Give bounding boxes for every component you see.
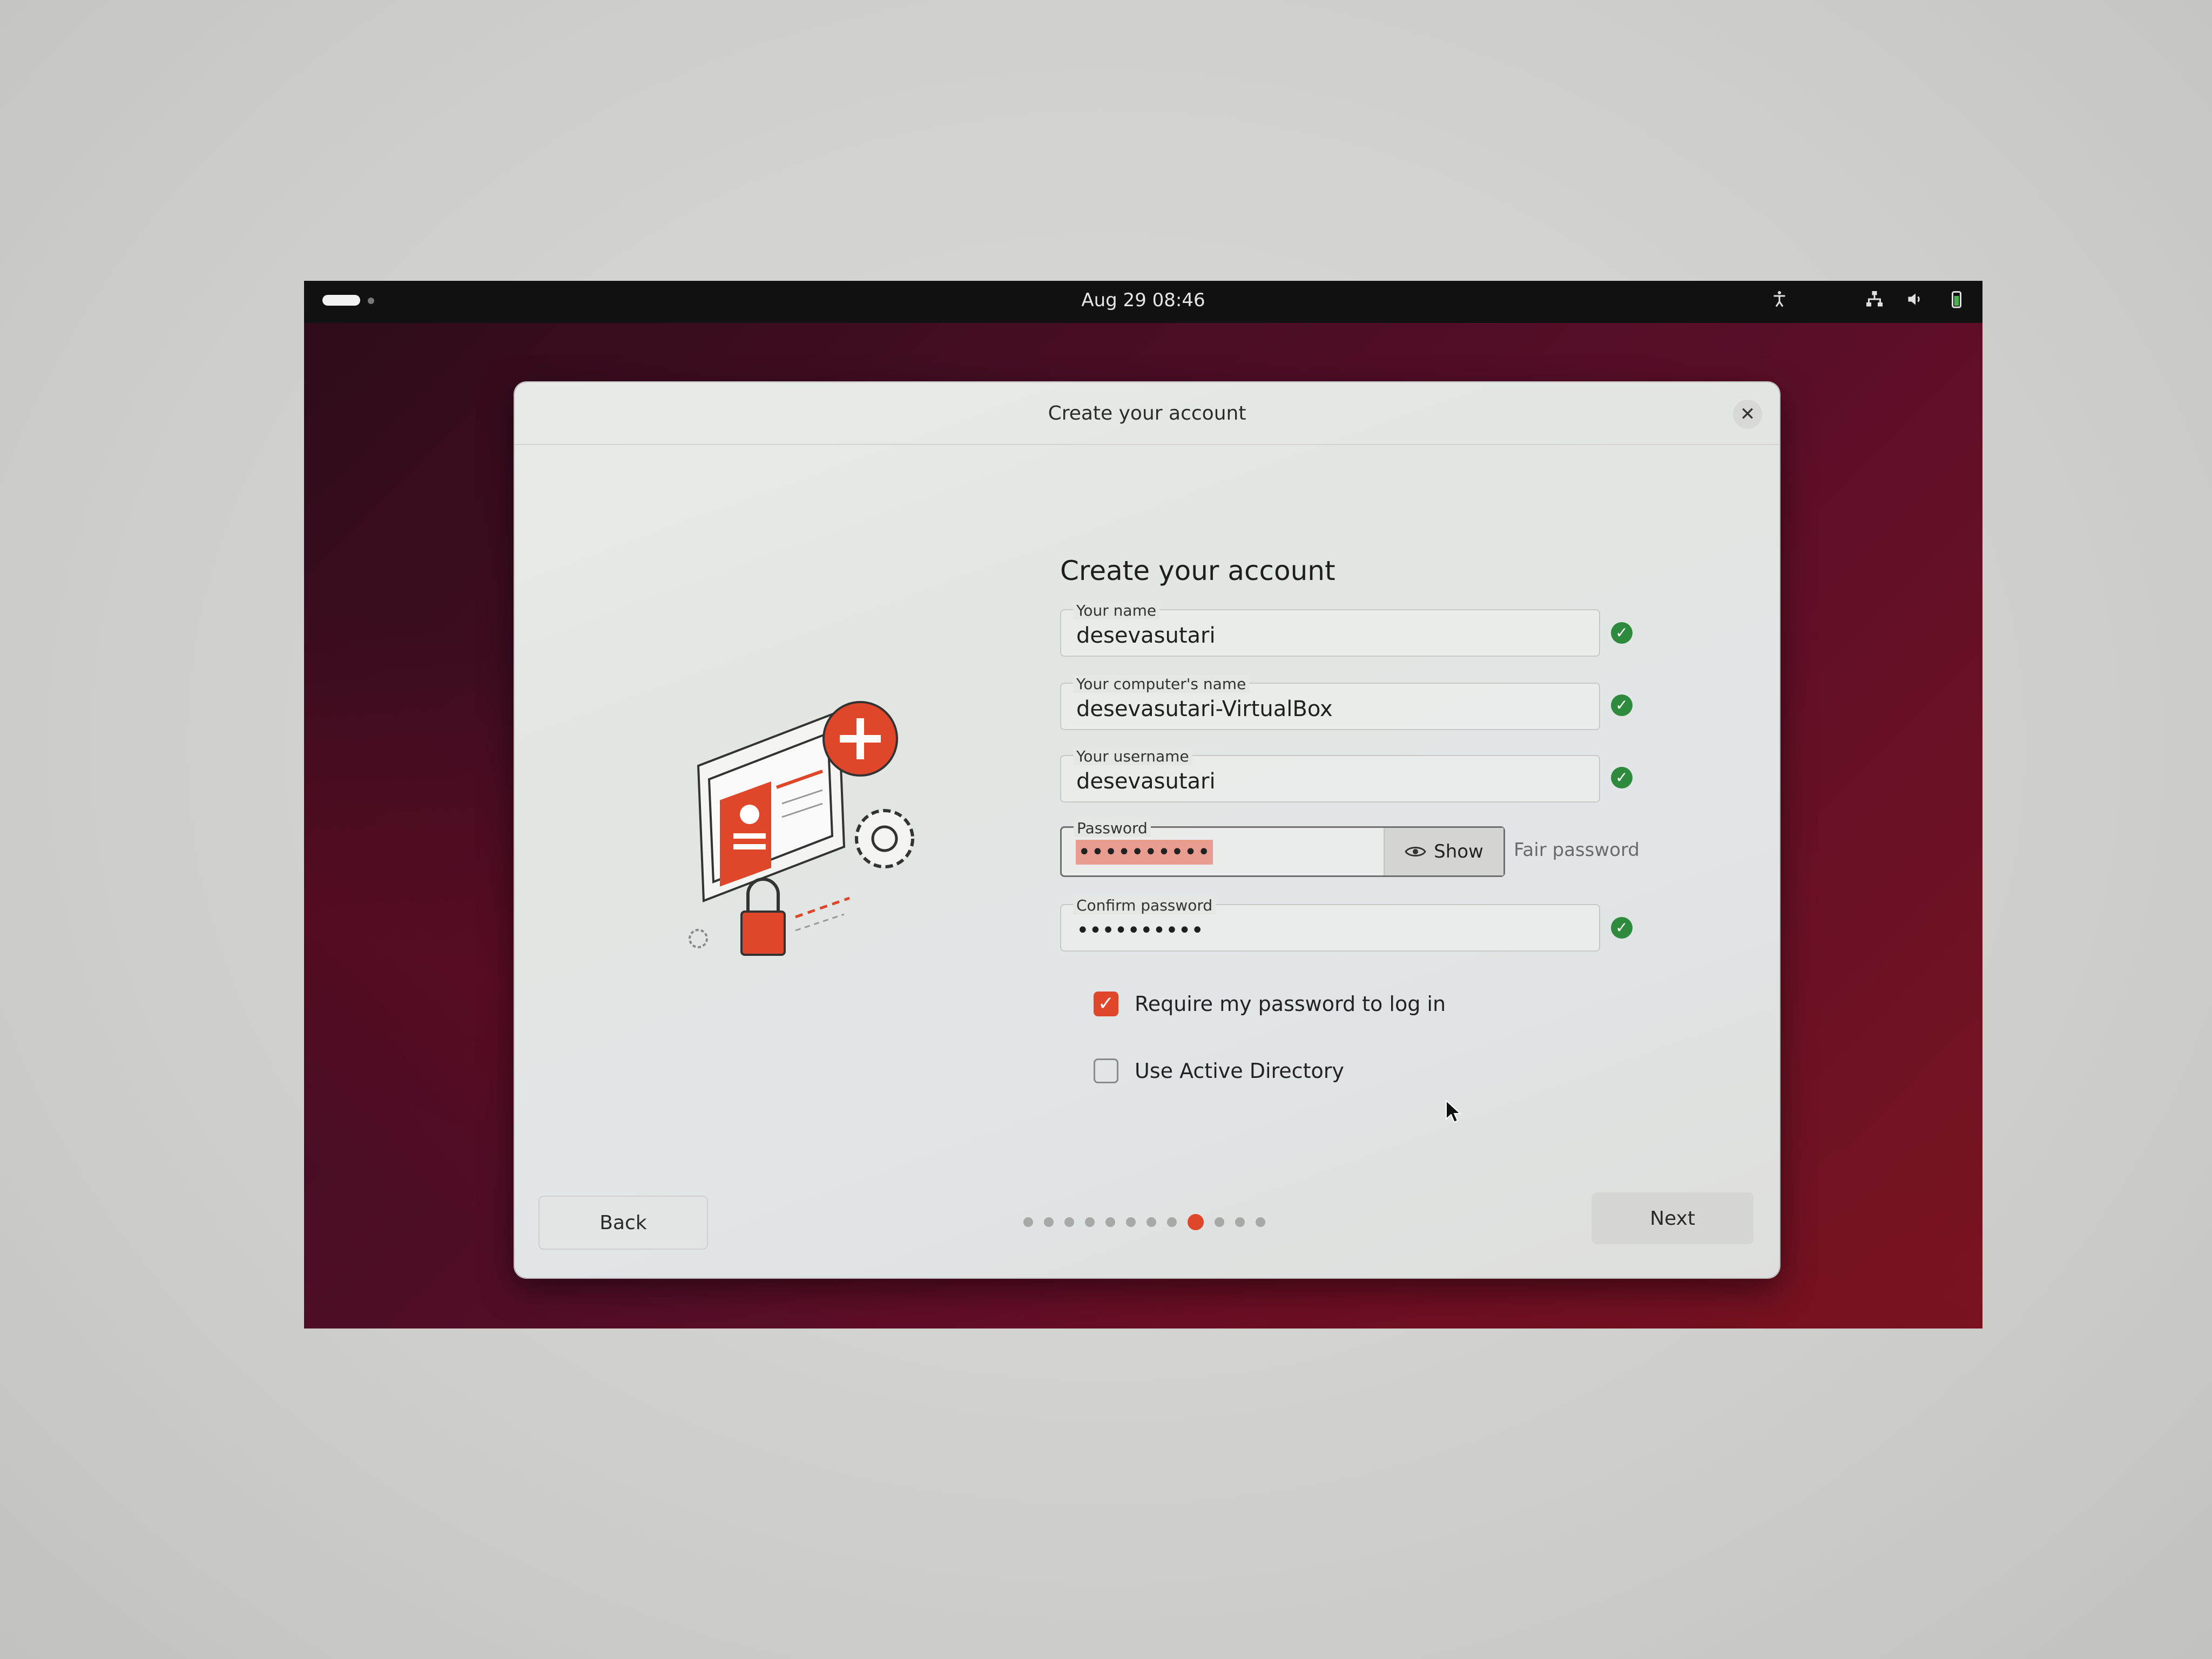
require-password-checkbox[interactable]: ✓ [1094, 992, 1118, 1016]
confirm-password-field-label: Confirm password [1073, 896, 1216, 914]
progress-dot [1085, 1217, 1095, 1227]
show-password-label: Show [1434, 841, 1483, 862]
dialog-titlebar: Create your account ✕ [515, 382, 1779, 445]
password-strength: Fair password [1514, 839, 1640, 861]
desktop-screen: Aug 29 08:46 Create your account ✕ Creat… [304, 281, 1982, 1328]
name-valid-check-icon: ✓ [1611, 622, 1633, 644]
username-valid-check-icon: ✓ [1611, 767, 1633, 788]
system-tray[interactable] [1770, 289, 1966, 314]
eye-icon [1405, 847, 1426, 857]
close-icon: ✕ [1739, 403, 1756, 425]
mouse-cursor-icon [1446, 1100, 1461, 1123]
progress-dot [1256, 1217, 1265, 1227]
computer-name-field[interactable]: Your computer's name desevasutari-Virtua… [1060, 675, 1600, 730]
require-password-option[interactable]: ✓ Require my password to log in [1094, 992, 1446, 1016]
confirm-password-field[interactable]: Confirm password •••••••••• [1060, 896, 1600, 952]
progress-dot [1167, 1217, 1177, 1227]
dialog-title: Create your account [1048, 402, 1246, 424]
username-field-value: desevasutari [1076, 769, 1216, 794]
close-button[interactable]: ✕ [1733, 400, 1762, 429]
top-bar: Aug 29 08:46 [304, 281, 1982, 323]
progress-dot [1044, 1217, 1054, 1227]
progress-dot [1235, 1217, 1245, 1227]
active-directory-checkbox[interactable] [1094, 1058, 1118, 1083]
password-field[interactable]: Password •••••••••• Show [1060, 819, 1505, 877]
setup-dialog: Create your account ✕ Create your accoun… [515, 382, 1779, 1278]
active-directory-option[interactable]: Use Active Directory [1094, 1058, 1344, 1083]
name-field-value: desevasutari [1076, 623, 1216, 648]
back-button[interactable]: Back [538, 1196, 708, 1250]
progress-dot [1105, 1217, 1115, 1227]
progress-dot [1215, 1217, 1224, 1227]
next-button[interactable]: Next [1591, 1192, 1754, 1244]
computer-name-valid-check-icon: ✓ [1611, 694, 1633, 716]
username-field[interactable]: Your username desevasutari [1060, 747, 1600, 802]
active-directory-label: Use Active Directory [1135, 1059, 1344, 1083]
confirm-password-valid-check-icon: ✓ [1611, 917, 1633, 939]
battery-icon[interactable] [1947, 289, 1966, 314]
show-password-button[interactable]: Show [1384, 828, 1503, 875]
progress-dot [1023, 1217, 1033, 1227]
progress-dot [1126, 1217, 1136, 1227]
progress-dot [1147, 1217, 1156, 1227]
account-illustration-icon [689, 701, 914, 956]
username-field-label: Your username [1073, 747, 1192, 765]
clock[interactable]: Aug 29 08:46 [304, 289, 1982, 311]
computer-name-field-value: desevasutari-VirtualBox [1076, 697, 1333, 721]
name-field-label: Your name [1073, 602, 1160, 619]
page-heading: Create your account [1060, 555, 1336, 586]
progress-dot [1064, 1217, 1074, 1227]
password-field-label: Password [1074, 819, 1151, 837]
confirm-password-field-value: •••••••••• [1076, 918, 1204, 943]
volume-icon[interactable] [1906, 289, 1925, 314]
progress-dot-active [1188, 1214, 1204, 1230]
progress-dots [1023, 1214, 1265, 1230]
accessibility-icon[interactable] [1770, 289, 1789, 314]
require-password-label: Require my password to log in [1135, 992, 1446, 1016]
network-icon[interactable] [1865, 289, 1884, 314]
computer-name-field-label: Your computer's name [1073, 675, 1250, 693]
password-field-value: •••••••••• [1076, 840, 1213, 865]
name-field[interactable]: Your name desevasutari [1060, 602, 1600, 657]
